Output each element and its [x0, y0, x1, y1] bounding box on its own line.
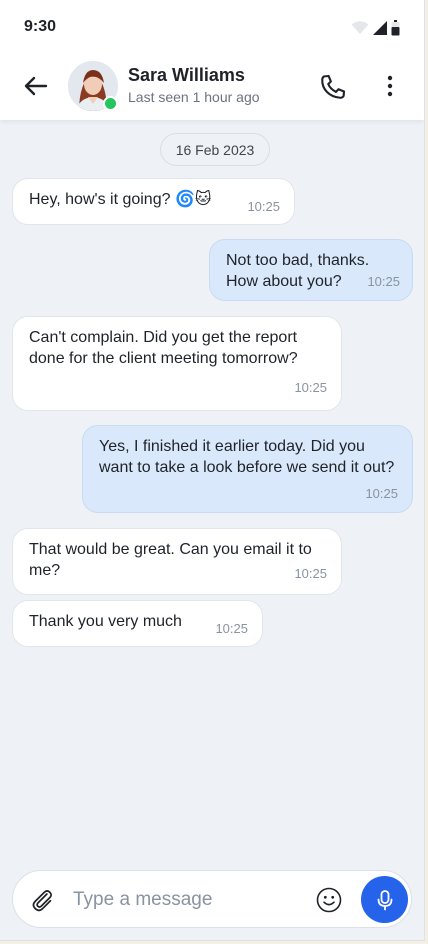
message-bubble-outgoing[interactable]: Not too bad, thanks. How about you? 10:2… — [209, 239, 413, 301]
online-indicator — [103, 96, 118, 111]
contact-name[interactable]: Sara Williams — [128, 65, 245, 86]
chat-header: Sara Williams Last seen 1 hour ago — [0, 54, 424, 120]
message-time: 10:25 — [294, 566, 327, 581]
arrow-left-icon[interactable] — [22, 72, 50, 100]
contact-last-seen: Last seen 1 hour ago — [128, 89, 260, 105]
message-bubble-incoming[interactable]: Hey, how's it going? 🌀🐱 10:25 — [12, 178, 295, 225]
message-time: 10:25 — [365, 486, 398, 501]
message-time: 10:25 — [294, 380, 327, 395]
message-text: That would be great. Can you email it to… — [29, 541, 312, 579]
message-text: Can't complain. Did you get the report d… — [29, 329, 298, 367]
message-input[interactable] — [71, 879, 305, 921]
more-vertical-icon[interactable] — [378, 72, 402, 102]
message-bubble-incoming[interactable]: Can't complain. Did you get the report d… — [12, 316, 342, 411]
status-bar: 9:30 — [0, 0, 424, 54]
date-separator: 16 Feb 2023 — [160, 133, 270, 166]
message-bubble-incoming[interactable]: That would be great. Can you email it to… — [12, 528, 342, 595]
message-time: 10:25 — [367, 274, 400, 289]
paperclip-icon[interactable] — [29, 887, 55, 913]
message-time: 10:25 — [247, 199, 280, 214]
status-time: 9:30 — [24, 18, 57, 35]
message-bubble-incoming[interactable]: Thank you very much 10:25 — [12, 600, 263, 647]
wifi-icon — [351, 21, 369, 34]
status-icons — [351, 20, 400, 36]
message-text: Yes, I finished it earlier today. Did yo… — [99, 438, 395, 476]
voice-record-button[interactable] — [361, 876, 408, 923]
chat-screen: 9:30 Sara Williams Last seen 1 hour ago … — [0, 0, 425, 941]
smiley-icon[interactable] — [315, 886, 343, 914]
phone-icon[interactable] — [318, 72, 348, 102]
message-bubble-outgoing[interactable]: Yes, I finished it earlier today. Did yo… — [82, 425, 413, 513]
message-text: Hey, how's it going? 🌀🐱 — [29, 191, 212, 208]
battery-icon — [391, 20, 400, 36]
message-composer — [12, 870, 412, 928]
microphone-icon — [377, 889, 392, 910]
signal-icon — [373, 21, 387, 35]
message-time: 10:25 — [215, 621, 248, 636]
